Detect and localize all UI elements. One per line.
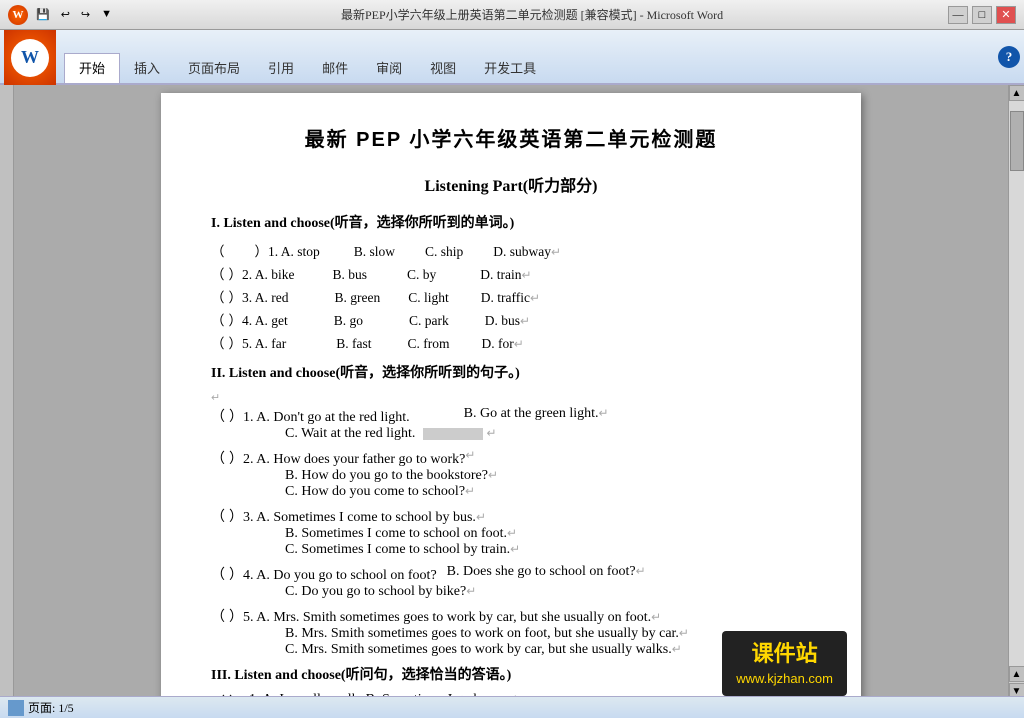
tab-references[interactable]: 引用: [254, 53, 308, 83]
main-area: 最新 PEP 小学六年级英语第二单元检测题 Listening Part(听力部…: [0, 85, 1024, 718]
ribbon: W 开始 插入 页面布局 引用 邮件 审阅 视图 开发工具 ?: [0, 30, 1024, 85]
sentence-row: C. Wait at the red light. ↵: [211, 426, 811, 442]
scrollbar-vertical[interactable]: ▲ ▲ ▼ ▼: [1008, 85, 1024, 718]
page-indicator: 页面: 1/5: [8, 699, 74, 716]
quick-redo[interactable]: ↪: [77, 8, 94, 21]
sentence-row: C. How do you come to school?↵: [211, 484, 811, 500]
document-subtitle: Listening Part(听力部分): [211, 172, 811, 196]
close-button[interactable]: ✕: [996, 6, 1016, 24]
tab-insert[interactable]: 插入: [120, 53, 174, 83]
title-bar: W 💾 ↩ ↪ ▼ 最新PEP小学六年级上册英语第二单元检测题 [兼容模式] -…: [0, 0, 1024, 30]
table-row: （ ）1. A. Don't go at the red light. B. G…: [211, 406, 811, 426]
page-number: 页面: 1/5: [28, 699, 74, 716]
table-row: （ ）2. A. How does your father go to work…: [211, 448, 811, 468]
table-row: （）1. A. stop B. slow C. ship D. subway ↵: [211, 240, 811, 260]
section3-heading: III. Listen and choose(听问句，选择恰当的答语。): [211, 664, 811, 684]
quick-save[interactable]: 💾: [32, 8, 54, 21]
sentence-row: B. Mrs. Smith sometimes goes to work on …: [211, 626, 811, 642]
maximize-button[interactable]: □: [972, 6, 992, 24]
tab-view[interactable]: 视图: [416, 53, 470, 83]
tab-dev[interactable]: 开发工具: [470, 53, 550, 83]
tab-review[interactable]: 审阅: [362, 53, 416, 83]
sentence-row: B. Sometimes I come to school on foot.↵: [211, 526, 811, 542]
left-ruler: [0, 85, 14, 718]
watermark: 课件站 www.kjzhan.com: [722, 631, 847, 696]
table-row: （ ）4. A. Do you go to school on foot? B.…: [211, 564, 811, 584]
scroll-page-up[interactable]: ▲: [1009, 666, 1024, 682]
watermark-top: 课件站: [736, 639, 833, 670]
table-row: （）4. A. get B. go C. park D. bus ↵: [211, 309, 811, 329]
section1-heading: I. Listen and choose(听音，选择你所听到的单词。): [211, 212, 811, 232]
app-logo: W: [8, 5, 28, 25]
scroll-track[interactable]: [1009, 101, 1024, 666]
sentence-row: C. Mrs. Smith sometimes goes to work by …: [211, 642, 811, 658]
ribbon-tabs[interactable]: 开始 插入 页面布局 引用 邮件 审阅 视图 开发工具: [64, 30, 550, 83]
table-row: （ ）3. A. Sometimes I come to school by b…: [211, 506, 811, 526]
office-logo[interactable]: W: [4, 30, 56, 85]
status-bar: 页面: 1/5: [0, 696, 1024, 718]
section2-heading: II. Listen and choose(听音，选择你所听到的句子。): [211, 362, 811, 382]
table-row: （）2. A. bike B. bus C. by D. train ↵: [211, 263, 811, 283]
minimize-button[interactable]: —: [948, 6, 968, 24]
table-row: （）5. A. far B. fast C. from D. for ↵: [211, 332, 811, 352]
quick-dropdown[interactable]: ▼: [97, 8, 116, 21]
document-container[interactable]: 最新 PEP 小学六年级英语第二单元检测题 Listening Part(听力部…: [14, 85, 1008, 718]
table-row: （ ）5. A. Mrs. Smith sometimes goes to wo…: [211, 606, 811, 626]
scroll-up-button[interactable]: ▲: [1009, 85, 1024, 101]
title-bar-left: W 💾 ↩ ↪ ▼: [8, 5, 116, 25]
sentence-row: C. Sometimes I come to school by train.↵: [211, 542, 811, 558]
quick-undo[interactable]: ↩: [57, 8, 74, 21]
sentence-row: C. Do you go to school by bike?↵: [211, 584, 811, 600]
tab-home[interactable]: 开始: [64, 53, 120, 83]
page-icon: [8, 700, 24, 716]
tab-mail[interactable]: 邮件: [308, 53, 362, 83]
section1-questions: （）1. A. stop B. slow C. ship D. subway ↵…: [211, 240, 811, 352]
document-title: 最新 PEP 小学六年级英语第二单元检测题: [211, 123, 811, 152]
window-title: 最新PEP小学六年级上册英语第二单元检测题 [兼容模式] - Microsoft…: [116, 6, 948, 23]
sentence-row: B. How do you go to the bookstore?↵: [211, 468, 811, 484]
ribbon-end: ?: [998, 30, 1020, 83]
quick-access[interactable]: 💾 ↩ ↪ ▼: [32, 8, 116, 21]
scroll-thumb[interactable]: [1010, 111, 1024, 171]
watermark-url: www.kjzhan.com: [736, 670, 833, 688]
help-button[interactable]: ?: [998, 46, 1020, 68]
document-page: 最新 PEP 小学六年级英语第二单元检测题 Listening Part(听力部…: [161, 93, 861, 710]
tab-layout[interactable]: 页面布局: [174, 53, 254, 83]
table-row: （）3. A. red B. green C. light D. traffic…: [211, 286, 811, 306]
window-controls[interactable]: — □ ✕: [948, 6, 1016, 24]
